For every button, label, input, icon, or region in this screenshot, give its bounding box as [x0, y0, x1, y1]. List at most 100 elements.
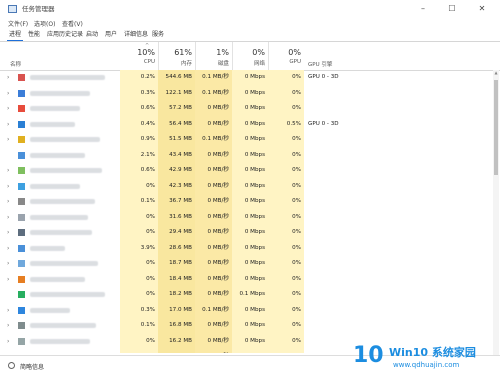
expand-chevron-icon[interactable]: ›: [7, 229, 9, 236]
expand-chevron-icon[interactable]: ›: [7, 105, 9, 112]
process-row[interactable]: › 0.1% 16.8 MB 0 MB/秒 0 Mbps 0%: [0, 318, 500, 334]
menu-view[interactable]: 查看(V): [62, 19, 83, 28]
watermark-title: Win10 系统家园: [389, 346, 476, 359]
cell-net: 0 Mbps: [232, 256, 268, 272]
process-name-blurred: [30, 261, 98, 266]
scroll-up-arrow-icon[interactable]: ▲: [493, 70, 499, 76]
expand-chevron-icon[interactable]: ›: [7, 322, 9, 329]
column-header-gpu[interactable]: 0% GPU: [268, 42, 304, 70]
cell-gpu: 0%: [268, 178, 304, 194]
process-row[interactable]: › 0.3% 17.0 MB 0.1 MB/秒 0 Mbps 0%: [0, 302, 500, 318]
cell-gpu: 0%: [268, 318, 304, 334]
watermark-logo: 10: [353, 343, 384, 368]
cell-net: 0.1 Mbps: [232, 287, 268, 303]
process-row[interactable]: › 3.9% 28.6 MB 0 MB/秒 0 Mbps 0%: [0, 240, 500, 256]
expand-chevron-icon[interactable]: ›: [7, 307, 9, 314]
tab-processes[interactable]: 进程: [7, 29, 24, 41]
cell-cpu: 3.9%: [120, 240, 158, 256]
process-name-blurred: [30, 323, 96, 328]
process-name-blurred: [30, 230, 92, 235]
process-row[interactable]: › 0.3% 122.1 MB 0.1 MB/秒 0 Mbps 0%: [0, 85, 500, 101]
cell-net: 0 Mbps: [232, 209, 268, 225]
cell-cpu: 0%: [120, 225, 158, 241]
cell-disk: 0 MB/秒: [195, 271, 232, 287]
cell-net: 0 Mbps: [232, 101, 268, 117]
process-row[interactable]: › 0.1% 36.7 MB 0 MB/秒 0 Mbps 0%: [0, 194, 500, 210]
process-row[interactable]: 0% 18.2 MB 0 MB/秒 0.1 Mbps 0%: [0, 287, 500, 303]
process-row[interactable]: › 0% 29.4 MB 0 MB/秒 0 Mbps 0%: [0, 225, 500, 241]
expand-chevron-icon[interactable]: ›: [7, 136, 9, 143]
process-icon: [18, 229, 25, 236]
cell-gpu: 0%: [268, 302, 304, 318]
task-manager-app-icon: [8, 5, 17, 13]
cell-disk: 0.1 MB/秒: [195, 85, 232, 101]
maximize-button[interactable]: ☐: [438, 0, 466, 18]
expand-chevron-icon[interactable]: ›: [7, 260, 9, 267]
process-row[interactable]: › 0% 42.3 MB 0 MB/秒 0 Mbps 0%: [0, 178, 500, 194]
vertical-scrollbar[interactable]: ▲: [493, 70, 499, 355]
column-header-gpu-engine[interactable]: GPU 引擎: [308, 60, 332, 68]
process-row[interactable]: › 0.2% 544.6 MB 0.1 MB/秒 0 Mbps 0% GPU 0 - 3D: [0, 70, 500, 86]
process-icon: [18, 260, 25, 267]
tab-startup[interactable]: 启动: [84, 29, 100, 40]
cell-cpu: 0%: [120, 178, 158, 194]
cell-cpu: 0%: [120, 209, 158, 225]
column-header-name[interactable]: 名称: [10, 60, 21, 68]
tab-performance[interactable]: 性能: [26, 29, 42, 40]
process-list: › 0.2% 544.6 MB 0.1 MB/秒 0 Mbps 0% GPU 0 - 3D ›…: [0, 70, 500, 353]
process-row[interactable]: 2.1% 43.4 MB 0 MB/秒 0 Mbps 0%: [0, 147, 500, 163]
expand-chevron-icon[interactable]: ›: [7, 338, 9, 345]
tab-details[interactable]: 详细信息: [122, 29, 150, 40]
expand-chevron-icon[interactable]: ›: [7, 74, 9, 81]
minimize-button[interactable]: –: [409, 0, 437, 18]
cell-cpu: 0.4%: [120, 116, 158, 132]
cell-net: 0 Mbps: [232, 302, 268, 318]
column-header-memory[interactable]: 61% 内存: [158, 42, 195, 70]
process-name-blurred: [30, 90, 90, 96]
cell-cpu: 0.3%: [120, 302, 158, 318]
process-row[interactable]: › 0.6% 42.9 MB 0 MB/秒 0 Mbps 0%: [0, 163, 500, 179]
cell-cpu: 0%: [120, 333, 158, 349]
expand-chevron-icon[interactable]: ›: [7, 214, 9, 221]
process-row[interactable]: › 0.4% 56.4 MB 0 MB/秒 0 Mbps 0.5% GPU 0 - 3D: [0, 116, 500, 132]
disk-total-percent: 1%: [216, 48, 229, 57]
expand-chevron-icon[interactable]: ›: [7, 183, 9, 190]
cell-disk: 0 MB/秒: [195, 287, 232, 303]
cell-disk: 0.1 MB/秒: [195, 302, 232, 318]
menu-bar: 文件(F) 选项(O) 查看(V): [0, 18, 500, 29]
expand-chevron-icon[interactable]: ›: [7, 276, 9, 283]
tab-users[interactable]: 用户: [103, 29, 119, 40]
collapse-chevron-icon[interactable]: ^: [8, 362, 15, 369]
cell-gpu: 0%: [268, 209, 304, 225]
tab-app-history[interactable]: 应用历史记录: [45, 29, 85, 40]
menu-file[interactable]: 文件(F): [8, 19, 28, 28]
column-header-cpu[interactable]: 10% CPU: [120, 42, 158, 70]
expand-chevron-icon[interactable]: ›: [7, 121, 9, 128]
expand-chevron-icon[interactable]: ›: [7, 245, 9, 252]
cell-net: 0 Mbps: [232, 70, 268, 86]
expand-chevron-icon[interactable]: ›: [7, 90, 9, 97]
cell-gpu: 0%: [268, 163, 304, 179]
process-row[interactable]: › 0.9% 51.5 MB 0.1 MB/秒 0 Mbps 0%: [0, 132, 500, 148]
fewer-details-link[interactable]: 简略信息: [20, 362, 44, 371]
network-total-percent: 0%: [252, 48, 265, 57]
tab-services[interactable]: 服务: [150, 29, 166, 40]
process-row[interactable]: › 0.6% 57.2 MB 0 MB/秒 0 Mbps 0%: [0, 101, 500, 117]
close-button[interactable]: ✕: [468, 0, 496, 18]
scrollbar-thumb[interactable]: [494, 80, 498, 175]
cell-mem: 42.3 MB: [158, 178, 195, 194]
menu-options[interactable]: 选项(O): [34, 19, 55, 28]
expand-chevron-icon[interactable]: ›: [7, 167, 9, 174]
expand-chevron-icon[interactable]: ›: [7, 198, 9, 205]
column-header-disk[interactable]: 1% 磁盘: [195, 42, 232, 70]
cell-disk: 0 MB/秒: [195, 256, 232, 272]
column-header-network[interactable]: 0% 网络: [232, 42, 268, 70]
memory-label: 内存: [180, 61, 192, 67]
title-bar: 任务管理器 – ☐ ✕: [0, 0, 500, 18]
process-row[interactable]: › 0% 18.7 MB 0 MB/秒 0 Mbps 0%: [0, 256, 500, 272]
cell-cpu: 0.2%: [120, 70, 158, 86]
process-row[interactable]: › 0% 18.4 MB 0 MB/秒 0 Mbps 0%: [0, 271, 500, 287]
process-name-blurred: [30, 292, 105, 297]
process-row[interactable]: › 0% 31.6 MB 0 MB/秒 0 Mbps 0%: [0, 209, 500, 225]
cell-net: 0 Mbps: [232, 194, 268, 210]
